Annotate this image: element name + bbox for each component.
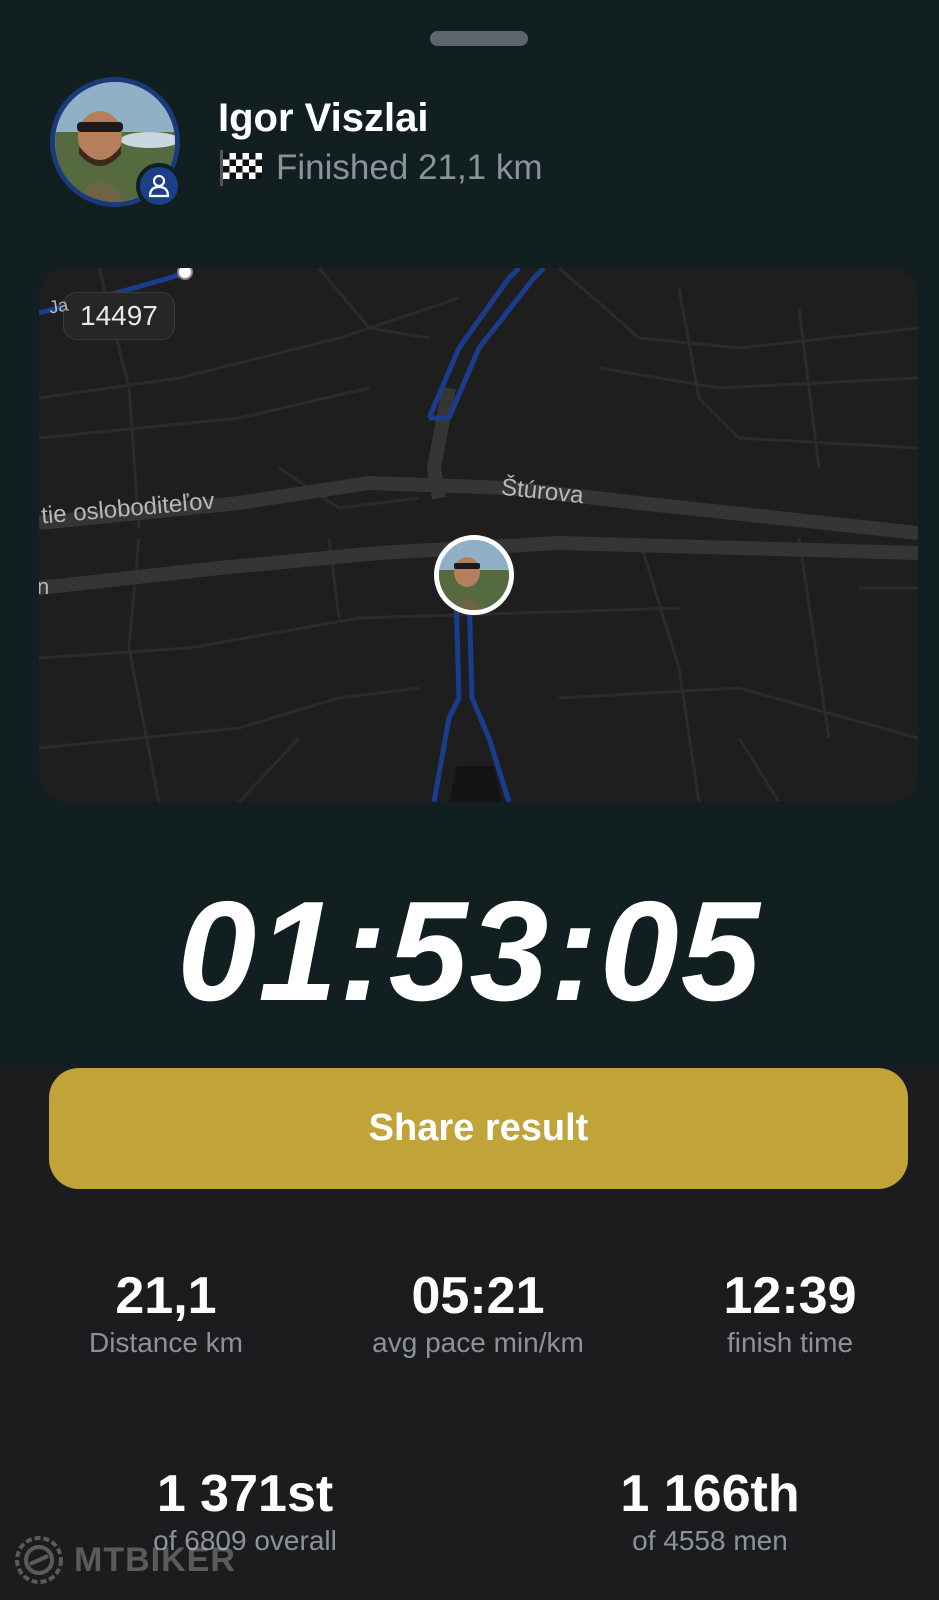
stat-distance: 21,1 Distance km: [66, 1266, 266, 1360]
status-text: Finished 21,1 km: [276, 148, 543, 187]
stat-label: Distance km: [88, 1327, 244, 1358]
drag-handle[interactable]: [430, 31, 528, 46]
rank-gender: 1 166th of 4558 men: [590, 1464, 830, 1558]
rank-value: 1 371st: [156, 1465, 334, 1523]
runner-position-marker[interactable]: [434, 535, 514, 615]
finish-time: 01:53:05: [177, 872, 762, 1031]
mtbiker-logo-icon: [15, 1536, 63, 1584]
stat-finish-time: 12:39 finish time: [690, 1266, 890, 1360]
watermark-text: MTBIKER: [74, 1540, 236, 1579]
rank-value: 1 166th: [620, 1465, 800, 1523]
stat-avg-pace: 05:21 avg pace min/km: [338, 1266, 618, 1360]
result-header-panel: Igor Viszlai Finished 21,1 km 14497 tie …: [0, 0, 939, 1068]
user-name: Igor Viszlai: [218, 96, 429, 140]
street-label: Ja: [47, 294, 70, 318]
street-label: n: [39, 574, 50, 599]
stat-label: finish time: [726, 1327, 854, 1358]
user-icon: [136, 163, 182, 209]
stat-label: avg pace min/km: [372, 1327, 584, 1358]
share-result-button[interactable]: Share result: [49, 1068, 908, 1189]
stat-value: 05:21: [411, 1267, 545, 1325]
watermark: MTBIKER: [12, 1530, 236, 1590]
stat-value: 21,1: [115, 1267, 217, 1325]
finish-status: Finished 21,1 km: [218, 146, 543, 190]
route-map[interactable]: 14497 tie osloboditeľov Štúrova Ja n: [39, 268, 918, 802]
bib-number-badge: 14497: [63, 292, 175, 340]
rank-label: of 4558 men: [632, 1525, 788, 1556]
stat-value: 12:39: [723, 1267, 857, 1325]
checkered-flag-icon: [220, 150, 262, 186]
